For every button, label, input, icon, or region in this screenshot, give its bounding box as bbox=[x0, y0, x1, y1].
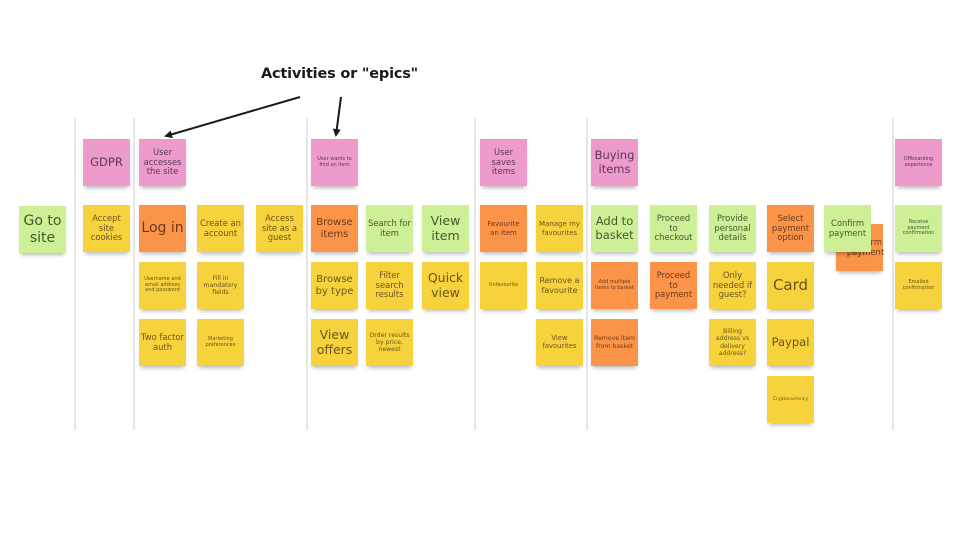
note-fill-mandatory-fields[interactable]: Fill in mandatory fields bbox=[197, 262, 244, 309]
note-proceed-to-payment[interactable]: Proceed to payment bbox=[650, 262, 697, 309]
note-only-needed-if-guest[interactable]: Only needed if guest? bbox=[709, 262, 756, 309]
note-select-payment-option[interactable]: Select payment option bbox=[767, 205, 814, 252]
column-divider bbox=[892, 118, 894, 430]
note-cryptocurrency[interactable]: Cryptocurrency bbox=[767, 376, 814, 423]
note-create-account[interactable]: Create an account bbox=[197, 205, 244, 252]
epic-user-wants-to-find-item[interactable]: User wants to find an item bbox=[311, 139, 358, 186]
note-username-password[interactable]: Username and email address and password bbox=[139, 262, 186, 309]
note-view-item[interactable]: View item bbox=[422, 205, 469, 252]
note-order-results[interactable]: Order results by price, newest bbox=[366, 319, 413, 366]
note-accept-cookies[interactable]: Accept site cookies bbox=[83, 205, 130, 252]
note-favourite-item[interactable]: Favourite an item bbox=[480, 205, 527, 252]
column-divider bbox=[474, 118, 476, 430]
epic-user-accesses-site[interactable]: User accesses the site bbox=[139, 139, 186, 186]
note-billing-vs-delivery[interactable]: Billing address vs delivery address? bbox=[709, 319, 756, 366]
note-manage-favourites[interactable]: Manage my favourites bbox=[536, 205, 583, 252]
epic-buying-items[interactable]: Buying items bbox=[591, 139, 638, 186]
note-browse-by-type[interactable]: Browse by type bbox=[311, 262, 358, 309]
note-quick-view[interactable]: Quick view bbox=[422, 262, 469, 309]
column-divider bbox=[74, 118, 76, 430]
epic-gdpr[interactable]: GDPR bbox=[83, 139, 130, 186]
column-divider bbox=[586, 118, 588, 430]
epic-user-saves-items[interactable]: User saves items bbox=[480, 139, 527, 186]
note-view-favourites[interactable]: View favourites bbox=[536, 319, 583, 366]
note-marketing-preferences[interactable]: Marketing preferences bbox=[197, 319, 244, 366]
note-add-multiple-items[interactable]: Add multiple items to basket bbox=[591, 262, 638, 309]
note-remove-favourite[interactable]: Remove a favourite bbox=[536, 262, 583, 309]
note-emailed-confirmation[interactable]: Emailed confirmation bbox=[895, 262, 942, 309]
note-card[interactable]: Card bbox=[767, 262, 814, 309]
note-view-offers[interactable]: View offers bbox=[311, 319, 358, 366]
note-go-to-site[interactable]: Go to site bbox=[19, 206, 66, 253]
epic-offboarding-experience[interactable]: Offboarding experience bbox=[895, 139, 942, 186]
note-search-for-item[interactable]: Search for item bbox=[366, 205, 413, 252]
note-add-to-basket[interactable]: Add to basket bbox=[591, 205, 638, 252]
note-log-in[interactable]: Log in bbox=[139, 205, 186, 252]
note-paypal[interactable]: Paypal bbox=[767, 319, 814, 366]
note-two-factor-auth[interactable]: Two factor auth bbox=[139, 319, 186, 366]
annotation-title: Activities or "epics" bbox=[261, 66, 419, 82]
note-receive-payment-confirmation[interactable]: Receive payment confirmation bbox=[895, 205, 942, 252]
note-proceed-to-checkout[interactable]: Proceed to checkout bbox=[650, 205, 697, 252]
note-confirm-payment[interactable]: Confirm payment bbox=[824, 205, 871, 252]
note-access-as-guest[interactable]: Access site as a guest bbox=[256, 205, 303, 252]
note-provide-personal-details[interactable]: Provide personal details bbox=[709, 205, 756, 252]
note-browse-items[interactable]: Browse items bbox=[311, 205, 358, 252]
note-filter-search-results[interactable]: Filter search results bbox=[366, 262, 413, 309]
arrow-to-find-epic bbox=[332, 96, 342, 137]
column-divider bbox=[133, 118, 135, 430]
note-unfavourite[interactable]: Unfavourite bbox=[480, 262, 527, 309]
arrow-to-access-epic bbox=[164, 96, 301, 139]
column-divider bbox=[306, 118, 308, 430]
note-remove-item-from-basket[interactable]: Remove item from basket bbox=[591, 319, 638, 366]
